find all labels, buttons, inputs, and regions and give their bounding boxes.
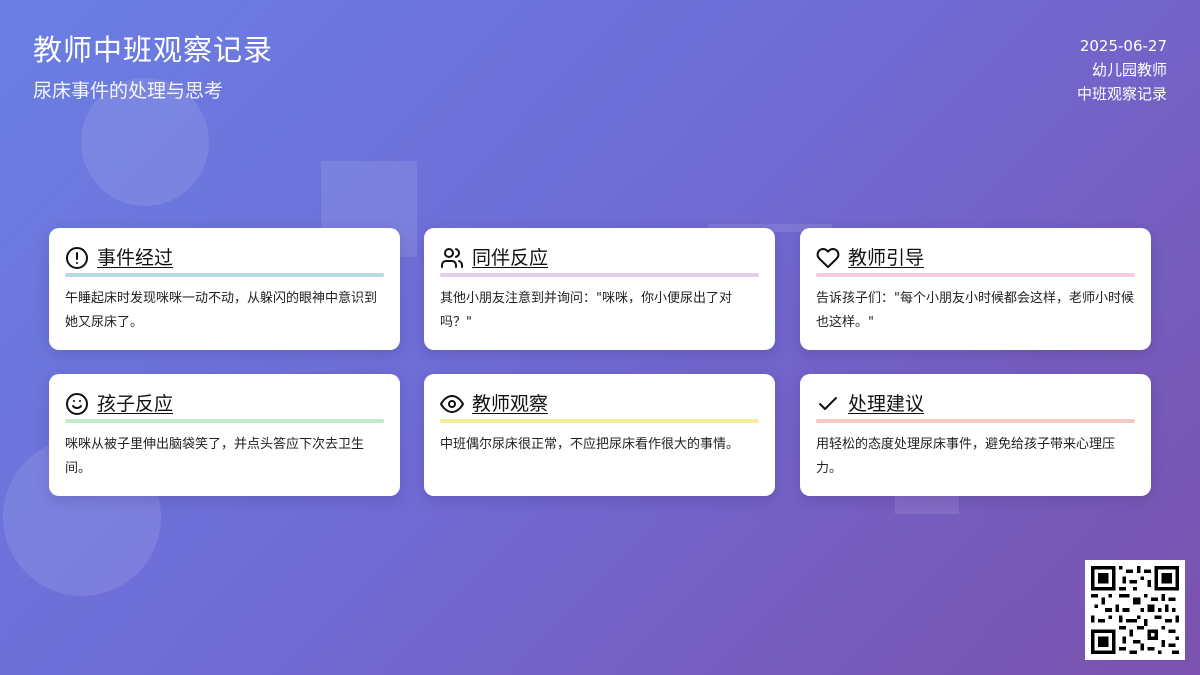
card-text: 其他小朋友注意到并询问："咪咪，你小便尿出了对吗？" <box>440 291 732 330</box>
card-title: 教师引导 <box>848 247 925 269</box>
smile-icon <box>65 392 89 416</box>
card-title: 处理建议 <box>848 393 925 415</box>
card-text: 告诉孩子们："每个小朋友小时候都会这样，老师小时候也这样。" <box>816 291 1134 330</box>
card-title: 事件经过 <box>97 247 174 269</box>
heart-icon <box>816 246 840 270</box>
page-title: 教师中班观察记录 <box>33 33 274 67</box>
author-label: 幼儿园教师 <box>1091 61 1167 79</box>
card-title: 同伴反应 <box>472 247 549 269</box>
page-subtitle: 尿床事件的处理与思考 <box>33 80 224 102</box>
card-teacher-guidance: 教师引导 告诉孩子们："每个小朋友小时候都会这样，老师小时候也这样。" <box>800 228 1151 350</box>
card-accent-bar <box>65 419 384 423</box>
header: 教师中班观察记录 尿床事件的处理与思考 <box>33 30 273 104</box>
card-accent-bar <box>65 273 384 277</box>
card-accent-bar <box>816 419 1135 423</box>
card-suggestion: 处理建议 用轻松的态度处理尿床事件，避免给孩子带来心理压力。 <box>800 374 1151 496</box>
card-child-reaction: 孩子反应 咪咪从被子里伸出脑袋笑了，并点头答应下次去卫生间。 <box>49 374 400 496</box>
card-accent-bar <box>440 419 759 423</box>
card-accent-bar <box>816 273 1135 277</box>
card-teacher-observation: 教师观察 中班偶尔尿床很正常，不应把尿床看作很大的事情。 <box>424 374 775 496</box>
card-text: 用轻松的态度处理尿床事件，避免给孩子带来心理压力。 <box>816 437 1116 476</box>
card-event: 事件经过 午睡起床时发现咪咪一动不动，从躲闪的眼神中意识到她又尿床了。 <box>49 228 400 350</box>
alert-circle-icon <box>65 246 89 270</box>
card-title: 孩子反应 <box>97 393 174 415</box>
check-icon <box>816 392 840 416</box>
card-title: 教师观察 <box>472 393 549 415</box>
card-text: 午睡起床时发现咪咪一动不动，从躲闪的眼神中意识到她又尿床了。 <box>65 291 378 330</box>
record-name-label: 中班观察记录 <box>1076 85 1167 103</box>
card-accent-bar <box>440 273 759 277</box>
card-peer-reaction: 同伴反应 其他小朋友注意到并询问："咪咪，你小便尿出了对吗？" <box>424 228 775 350</box>
card-text: 咪咪从被子里伸出脑袋笑了，并点头答应下次去卫生间。 <box>65 437 365 476</box>
eye-icon <box>440 392 464 416</box>
header-meta: 2025-06-27 幼儿园教师 中班观察记录 <box>1077 34 1167 106</box>
qr-code-icon <box>1085 560 1185 660</box>
users-icon <box>440 246 464 270</box>
card-text: 中班偶尔尿床很正常，不应把尿床看作很大的事情。 <box>440 437 740 452</box>
date-label: 2025-06-27 <box>1079 37 1167 55</box>
